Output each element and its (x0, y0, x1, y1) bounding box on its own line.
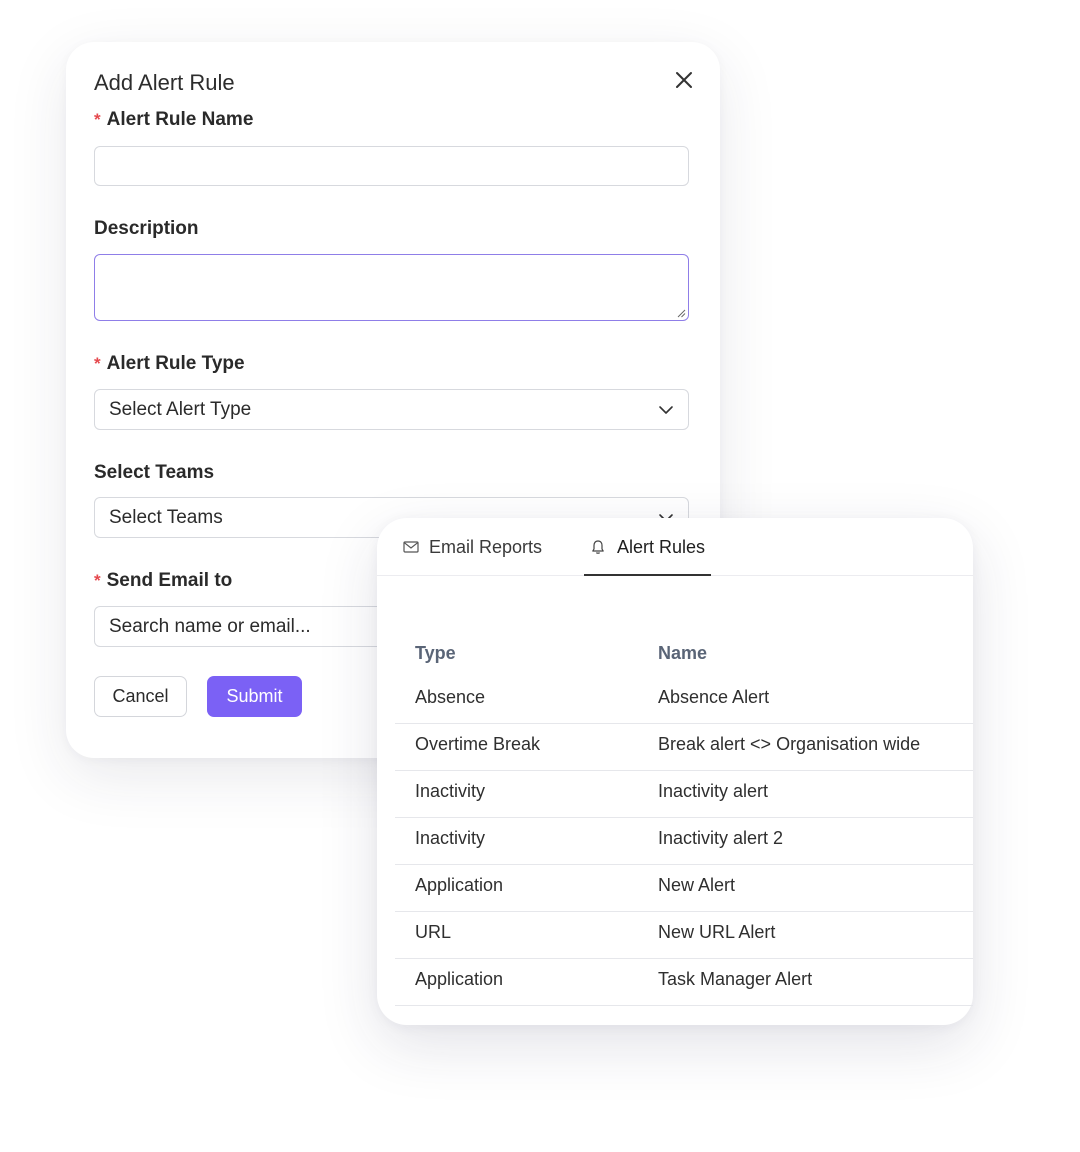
cell-type: Absence (415, 687, 486, 707)
table-row[interactable]: Application New Alert (395, 865, 973, 912)
submit-button[interactable]: Submit (207, 676, 302, 717)
chevron-down-icon (659, 406, 673, 414)
alert-rule-name-label-text: Alert Rule Name (106, 109, 254, 130)
bell-icon (592, 540, 604, 554)
cell-type: Inactivity (415, 781, 486, 801)
close-icon[interactable] (670, 66, 698, 94)
alert-rule-name-input[interactable] (94, 146, 689, 186)
send-email-to-label: * Send Email to (94, 570, 232, 592)
alert-type-selected: Select Alert Type (109, 399, 252, 420)
table-row[interactable]: Overtime Break Break alert <> Organisati… (395, 724, 973, 771)
column-header-name: Name (658, 643, 708, 663)
table-row[interactable]: Inactivity Inactivity alert 2 (395, 818, 973, 865)
teams-selected: Select Teams (109, 507, 223, 528)
cell-name: Absence Alert (658, 687, 770, 707)
cell-type: Overtime Break (415, 734, 541, 754)
column-header-type: Type (415, 643, 456, 663)
tab-alert-rules-label: Alert Rules (617, 537, 706, 557)
table-row[interactable]: Absence Absence Alert (395, 677, 973, 724)
alert-rules-panel: Email Reports Alert Rules Type Name Abse… (377, 518, 973, 1025)
required-marker: * (94, 354, 101, 373)
cell-type: URL (415, 922, 452, 942)
cell-type: Inactivity (415, 828, 486, 848)
alert-rule-type-label-text: Alert Rule Type (106, 353, 245, 374)
tab-alert-rules[interactable]: Alert Rules (584, 518, 711, 576)
table-row[interactable]: Application Task Manager Alert (395, 959, 973, 1006)
required-marker: * (94, 571, 101, 590)
cell-type: Application (415, 969, 504, 989)
description-label: Description (94, 218, 199, 239)
alert-rule-type-label: * Alert Rule Type (94, 353, 245, 375)
alert-type-select[interactable]: Select Alert Type (94, 389, 689, 430)
cancel-button[interactable]: Cancel (94, 676, 187, 717)
cell-name: Inactivity alert 2 (658, 828, 784, 848)
cell-name: Break alert <> Organisation wide (658, 734, 921, 754)
modal-title: Add Alert Rule (94, 70, 235, 95)
cell-name: New Alert (658, 875, 736, 895)
stage: Add Alert Rule * Alert Rule Name Descript… (0, 0, 1080, 1152)
description-textarea[interactable] (94, 254, 689, 321)
send-email-placeholder: Search name or email... (109, 616, 311, 637)
cell-name: New URL Alert (658, 922, 776, 942)
cell-type: Application (415, 875, 504, 895)
tab-bar: Email Reports Alert Rules (377, 518, 973, 576)
table-row[interactable]: URL New URL Alert (395, 912, 973, 959)
cell-name: Task Manager Alert (658, 969, 813, 989)
alert-rule-name-label: * Alert Rule Name (94, 109, 253, 131)
required-marker: * (94, 110, 101, 129)
table-row[interactable]: Inactivity Inactivity alert (395, 771, 973, 818)
select-teams-label: Select Teams (94, 462, 215, 483)
mail-icon (403, 541, 419, 553)
send-email-to-label-text: Send Email to (106, 570, 233, 591)
tab-email-reports-label: Email Reports (429, 537, 543, 557)
cell-name: Inactivity alert (658, 781, 769, 801)
resize-grip-icon[interactable] (676, 308, 686, 318)
